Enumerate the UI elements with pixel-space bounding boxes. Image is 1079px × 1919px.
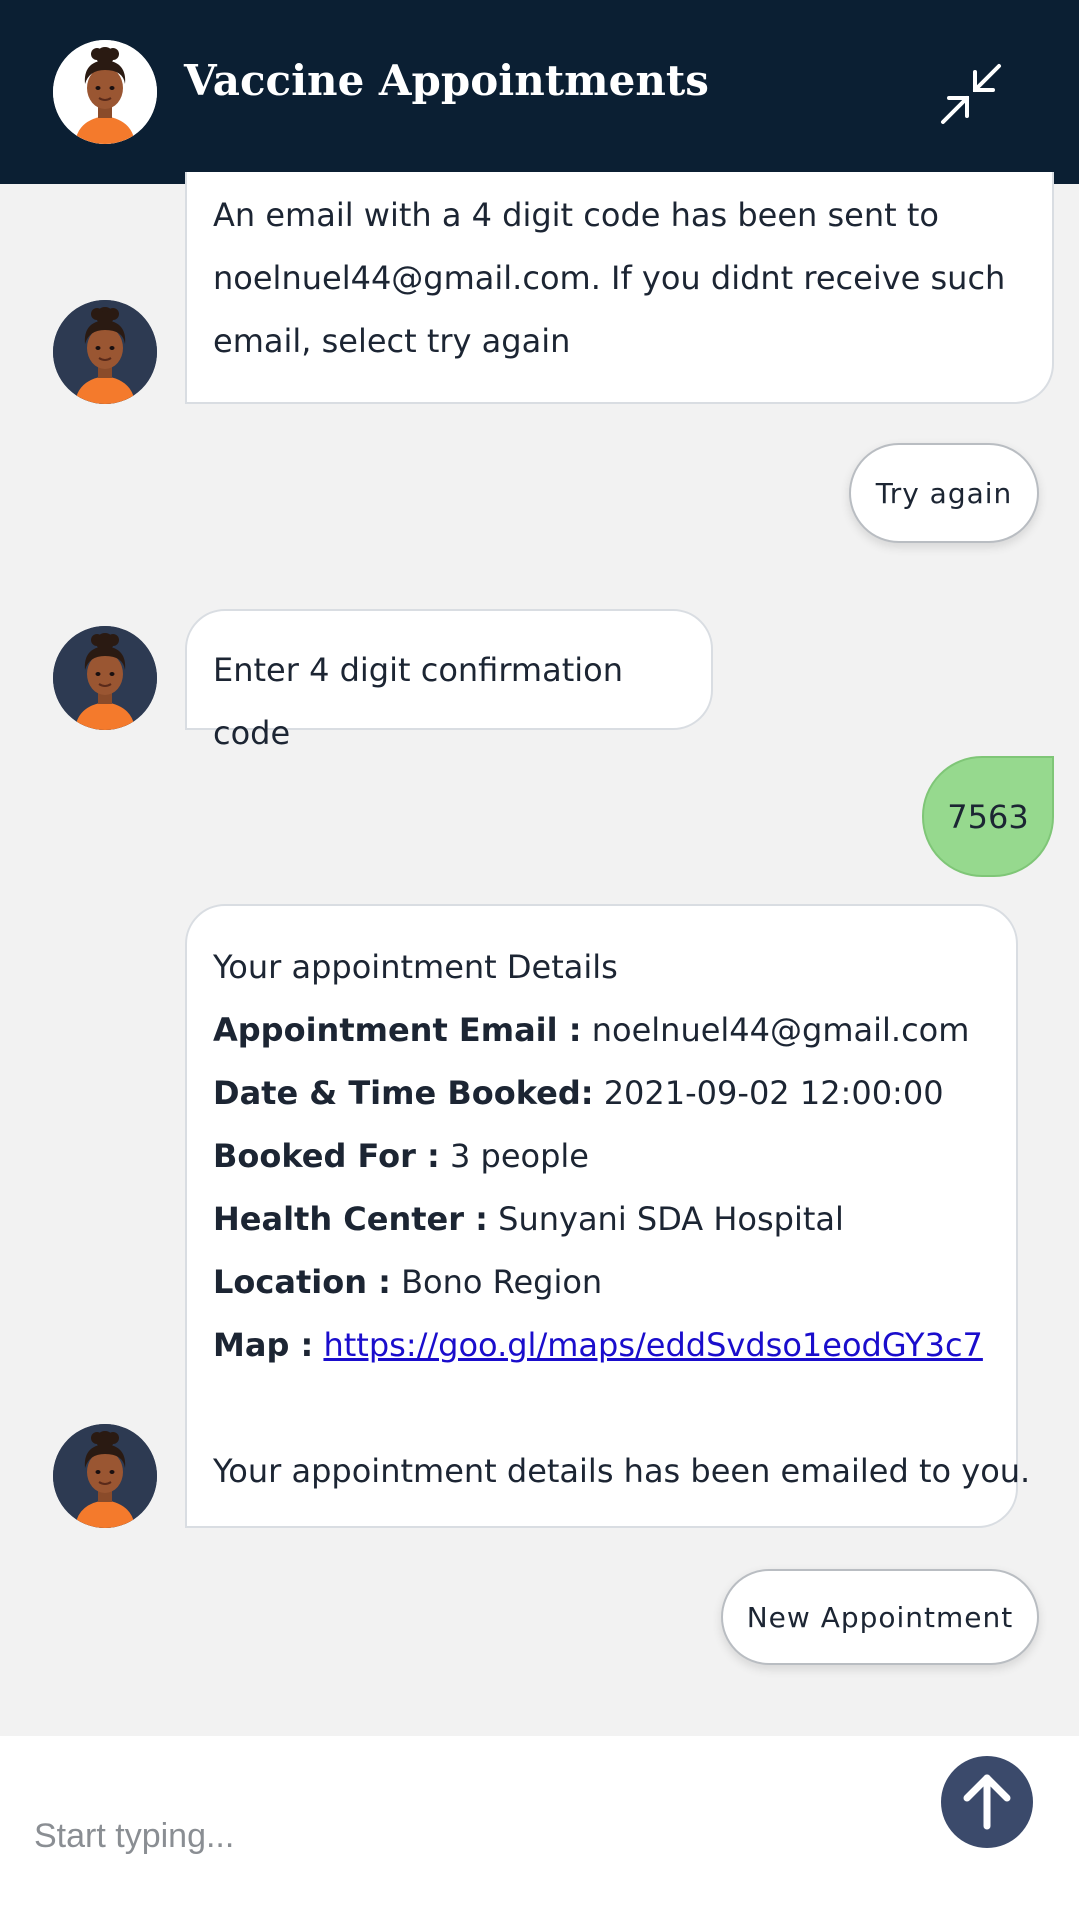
message-line: An email with a 4 digit code has been se… [213,196,939,234]
message-line: noelnuel44@gmail.com. If you didnt recei… [213,259,1006,297]
appointment-health-center-row: Health Center : Sunyani SDA Hospital [213,1188,990,1251]
try-again-button[interactable]: Try again [849,443,1039,543]
appointment-map-row: Map : https://goo.gl/maps/eddSvdso1eodGY… [213,1314,990,1377]
appointment-location-row: Location : Bono Region [213,1251,990,1314]
appointment-health-center-value: Sunyani SDA Hospital [498,1200,844,1238]
appointment-email-label: Appointment Email : [213,1011,582,1049]
agent-avatar-icon [53,300,157,404]
user-message-code: 7563 [922,756,1054,877]
new-appointment-button[interactable]: New Appointment [721,1569,1039,1665]
agent-avatar-icon [53,40,157,144]
appointment-datetime-row: Date & Time Booked: 2021-09-02 12:00:00 [213,1062,990,1125]
message-text: Enter 4 digit confirmation code [213,651,623,752]
appointment-location-label: Location : [213,1263,391,1301]
appointment-footer: Your appointment details has been emaile… [213,1452,1031,1490]
appointment-booked-for-row: Booked For : 3 people [213,1125,990,1188]
agent-avatar-icon [53,626,157,730]
app-header: Vaccine Appointments [0,0,1079,184]
appointment-booked-for-label: Booked For : [213,1137,440,1175]
bot-message-email-sent: An email with a 4 digit code has been se… [185,172,1054,404]
appointment-datetime-value: 2021-09-02 12:00:00 [603,1074,944,1112]
appointment-email-value: noelnuel44@gmail.com [591,1011,970,1049]
message-composer [0,1736,1079,1919]
appointment-health-center-label: Health Center : [213,1200,488,1238]
minimize-arrows-icon[interactable] [935,58,1007,130]
page-title: Vaccine Appointments [184,56,709,105]
appointment-email-row: Appointment Email : noelnuel44@gmail.com [213,999,990,1062]
send-button[interactable] [941,1756,1033,1848]
message-line: email, select try again [213,322,571,360]
appointment-booked-for-value: 3 people [449,1137,589,1175]
appointment-location-value: Bono Region [401,1263,603,1301]
appointment-datetime-label: Date & Time Booked: [213,1074,594,1112]
agent-avatar-icon [53,1424,157,1528]
appointment-map-label: Map : [213,1326,314,1364]
bot-message-enter-code: Enter 4 digit confirmation code [185,609,713,752]
appointment-heading: Your appointment Details [213,948,618,986]
arrow-up-icon [963,1774,1011,1830]
message-input[interactable] [34,1796,894,1876]
bot-message-appointment-details: Your appointment Details Appointment Ema… [185,904,1031,1528]
map-link[interactable]: https://goo.gl/maps/eddSvdso1eodGY3c7 [323,1326,982,1364]
